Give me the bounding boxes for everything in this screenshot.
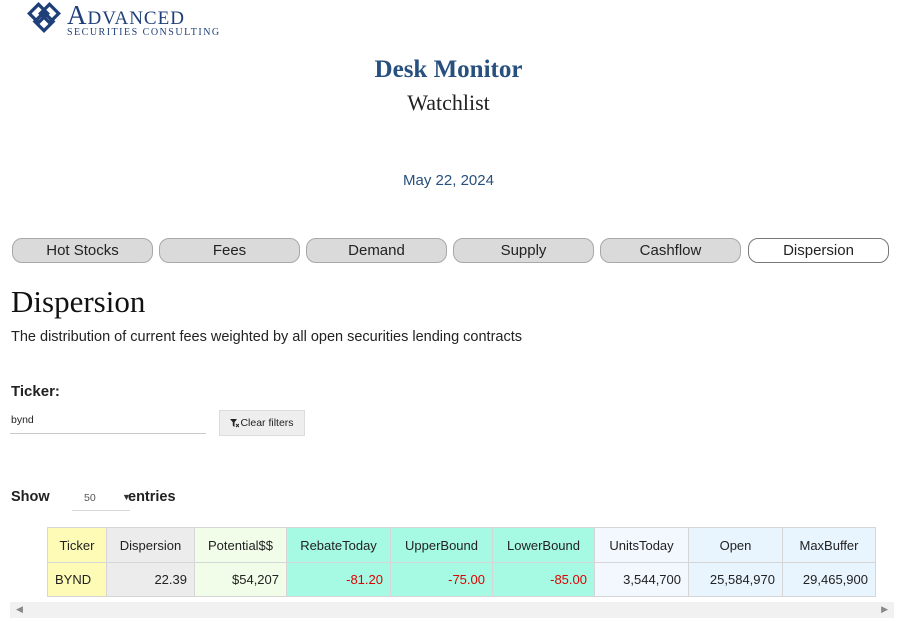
dispersion-table: Ticker Dispersion Potential$$ RebateToda… [47,527,876,597]
cell-rebate-today: -81.20 [286,562,391,597]
cell-units-today: 3,544,700 [594,562,689,597]
brand-tagline: SECURITIES CONSULTING [67,27,221,38]
cell-open: 25,584,970 [688,562,783,597]
tab-supply[interactable]: Supply [453,238,594,263]
page-title: Desk Monitor [374,56,523,83]
cell-lower-bound: -85.00 [492,562,595,597]
horizontal-scrollbar[interactable]: ◀ ▶ [10,602,894,618]
cell-dispersion: 22.39 [106,562,195,597]
ticker-filter-input[interactable] [10,407,206,434]
table-header-row: Ticker Dispersion Potential$$ RebateToda… [47,527,876,563]
page-size-value: 50 [84,492,96,504]
show-label: Show [11,489,50,505]
table-row: BYND 22.39 $54,207 -81.20 -75.00 -85.00 … [47,562,876,597]
column-header-dispersion[interactable]: Dispersion [106,527,195,563]
tab-dispersion[interactable]: Dispersion [748,238,889,263]
clear-filters-label: Clear filters [240,417,294,429]
section-description: The distribution of current fees weighte… [11,329,523,345]
section-heading: Dispersion [11,284,146,319]
column-header-rebate-today[interactable]: RebateToday [286,527,391,563]
scroll-left-icon[interactable]: ◀ [16,604,23,615]
tab-fees[interactable]: Fees [159,238,300,263]
brand-name: Advanced [67,0,185,30]
column-header-lower-bound[interactable]: LowerBound [492,527,595,563]
column-header-units-today[interactable]: UnitsToday [594,527,689,563]
tab-demand[interactable]: Demand [306,238,447,263]
page-subtitle: Watchlist [407,90,490,115]
tab-hot-stocks[interactable]: Hot Stocks [12,238,153,263]
report-date: May 22, 2024 [403,172,494,189]
cell-max-buffer: 29,465,900 [782,562,876,597]
interlocking-diamonds-logo-icon [27,2,61,33]
brand-logo: Advanced SECURITIES CONSULTING [27,2,221,38]
scroll-right-icon[interactable]: ▶ [881,604,888,615]
filter-clear-icon [230,418,240,427]
tab-cashflow[interactable]: Cashflow [600,238,741,263]
column-header-open[interactable]: Open [688,527,783,563]
column-header-max-buffer[interactable]: MaxBuffer [782,527,876,563]
cell-upper-bound: -75.00 [390,562,493,597]
cell-ticker: BYND [47,562,107,597]
page-size-select[interactable]: 50 ▼ [72,488,131,511]
clear-filters-button[interactable]: Clear filters [219,410,305,436]
column-header-potential[interactable]: Potential$$ [194,527,287,563]
column-header-ticker[interactable]: Ticker [47,527,107,563]
ticker-filter-label: Ticker: [11,383,60,400]
cell-potential: $54,207 [194,562,287,597]
entries-label: entries [128,489,176,505]
column-header-upper-bound[interactable]: UpperBound [390,527,493,563]
